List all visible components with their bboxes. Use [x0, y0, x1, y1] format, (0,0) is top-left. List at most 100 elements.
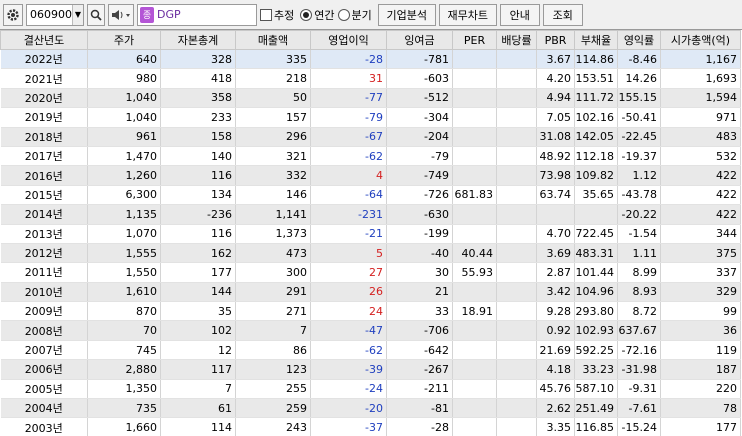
table-row[interactable]: 2020년 1,040 358 50 -77 -512 4.94 111.72 155.15 1,…: [0, 88, 741, 109]
cell-debt-ratio: 251.49: [574, 398, 618, 419]
cell-revenue: 123: [235, 359, 311, 380]
cell-per: [452, 107, 497, 128]
company-analysis-button[interactable]: 기업분석: [377, 3, 436, 26]
cell-debt-ratio: 116.85: [574, 417, 618, 436]
cell-per: [452, 359, 497, 380]
table-row[interactable]: 2012년 1,555 162 473 5 -40 40.44 3.69 483.31 1.11 3…: [0, 243, 741, 264]
dropdown-icon[interactable]: ▼: [72, 4, 83, 25]
cell-operating-profit: -39: [310, 359, 387, 380]
cell-per: [452, 68, 497, 89]
cell-retained-earnings: -642: [386, 340, 453, 361]
cell-price: 1,040: [87, 88, 161, 109]
estimate-checkbox[interactable]: 추정: [260, 7, 294, 23]
cell-revenue: 321: [235, 146, 311, 167]
col-header-revenue[interactable]: 매출액: [235, 30, 311, 50]
col-header-year[interactable]: 결산년도: [0, 30, 88, 50]
financial-chart-button[interactable]: 재무차트: [438, 3, 497, 26]
cell-debt-ratio: 483.31: [574, 243, 618, 264]
table-row[interactable]: 2013년 1,070 116 1,373 -21 -199 4.70 722.45 -1.54…: [0, 224, 741, 244]
table-row[interactable]: 2006년 2,880 117 123 -39 -267 4.18 33.23 -31.98 18…: [0, 359, 741, 380]
table-row[interactable]: 2014년 1,135 -236 1,141 -231 -630 -20.22 422: [0, 204, 741, 225]
table-row[interactable]: 2008년 70 102 7 -47 -706 0.92 102.93 637.67 36: [0, 320, 741, 341]
cell-retained-earnings: -204: [386, 127, 453, 147]
col-header-price[interactable]: 주가: [87, 30, 161, 50]
cell-revenue: 335: [235, 49, 311, 70]
cell-per: [452, 224, 497, 244]
cell-price: 1,555: [87, 243, 161, 264]
table-row[interactable]: 2021년 980 418 218 31 -603 4.20 153.51 14.26 1,693: [0, 68, 741, 89]
cell-pbr: 3.67: [536, 49, 575, 70]
col-header-operating-profit[interactable]: 영업이익: [310, 30, 387, 50]
cell-price: 1,260: [87, 165, 161, 186]
cell-year: 2007년: [0, 340, 88, 361]
table-row[interactable]: 2017년 1,470 140 321 -62 -79 48.92 112.18 -19.37 5…: [0, 146, 741, 167]
cell-operating-profit: -37: [310, 417, 387, 436]
cell-dividend: [496, 107, 537, 128]
radio-circle[interactable]: [337, 8, 350, 21]
cell-pbr: 7.05: [536, 107, 575, 128]
query-button[interactable]: 조회: [542, 3, 583, 26]
annual-radio[interactable]: 연간: [300, 7, 335, 23]
cell-market-cap: 532: [660, 146, 741, 167]
cell-pbr: 3.42: [536, 282, 575, 303]
table-row[interactable]: 2018년 961 158 296 -67 -204 31.08 142.05 -22.45 48…: [0, 127, 741, 147]
cell-equity: 35: [160, 301, 236, 322]
col-header-dividend[interactable]: 배당률: [496, 30, 537, 50]
cell-debt-ratio: 35.65: [574, 185, 618, 206]
stock-code-combo[interactable]: 060900 ▼: [26, 3, 84, 26]
table-row[interactable]: 2015년 6,300 134 146 -64 -726 681.83 63.74 35.65-…: [0, 185, 741, 206]
cell-pbr: 2.87: [536, 262, 575, 283]
settings-button[interactable]: [3, 3, 23, 26]
guide-button[interactable]: 안내: [499, 3, 540, 26]
cell-debt-ratio: 112.18: [574, 146, 618, 167]
table-row[interactable]: 2003년 1,660 114 243 -37 -28 3.35 116.85 -15.24 17…: [0, 417, 741, 436]
speaker-button[interactable]: [108, 3, 134, 26]
cell-retained-earnings: -512: [386, 88, 453, 109]
quarterly-radio[interactable]: 분기: [337, 7, 372, 23]
table-row[interactable]: 2005년 1,350 7 255 -24 -211 45.76 587.10 -9.31 220: [0, 379, 741, 400]
col-header-per[interactable]: PER: [452, 30, 497, 50]
cell-revenue: 157: [235, 107, 311, 128]
table-row[interactable]: 2011년 1,550 177 300 27 30 55.93 2.87 101.44 8.99 3…: [0, 262, 741, 283]
cell-equity: 12: [160, 340, 236, 361]
cell-market-cap: 187: [660, 359, 741, 380]
cell-pbr: 9.28: [536, 301, 575, 322]
cell-equity: 134: [160, 185, 236, 206]
col-header-debt-ratio[interactable]: 부채율: [574, 30, 618, 50]
cell-price: 1,350: [87, 379, 161, 400]
table-row[interactable]: 2016년 1,260 116 332 4 -749 73.98 109.82 1.12 422: [0, 165, 741, 186]
col-header-market-cap[interactable]: 시가총액(억): [660, 30, 741, 50]
table-row[interactable]: 2004년 735 61 259 -20 -81 2.62 251.49 -7.61 78: [0, 398, 741, 419]
financial-table-panel: 결산년도 주가 자본총계 매출액 영업이익 잉여금 PER 배당률 PBR 부채…: [0, 29, 742, 436]
cell-dividend: [496, 224, 537, 244]
cell-price: 6,300: [87, 185, 161, 206]
cell-per: [452, 398, 497, 419]
cell-pbr: 4.20: [536, 68, 575, 89]
cell-market-cap: 119: [660, 340, 741, 361]
table-row[interactable]: 2019년 1,040 233 157 -79 -304 7.05 102.16 -50.41 9…: [0, 107, 741, 128]
table-row[interactable]: 2009년 870 35 271 24 33 18.91 9.28 293.80 8.72 99: [0, 301, 741, 322]
cell-revenue: 296: [235, 127, 311, 147]
col-header-op-margin[interactable]: 영익률: [617, 30, 661, 50]
cell-op-margin: -7.61: [617, 398, 661, 419]
cell-operating-profit: 4: [310, 165, 387, 186]
cell-op-margin: -15.24: [617, 417, 661, 436]
cell-market-cap: 375: [660, 243, 741, 264]
cell-price: 1,040: [87, 107, 161, 128]
cell-pbr: 48.92: [536, 146, 575, 167]
table-row[interactable]: 2007년 745 12 86 -62 -642 21.69 592.25 -72.16 119: [0, 340, 741, 361]
cell-debt-ratio: 293.80: [574, 301, 618, 322]
radio-circle[interactable]: [300, 8, 313, 21]
checkbox-box[interactable]: [260, 8, 272, 21]
col-header-retained-earnings[interactable]: 잉여금: [386, 30, 453, 50]
search-button[interactable]: [87, 3, 105, 26]
table-row[interactable]: 2022년 640 328 335 -28 -781 3.67 114.86 -8.46 1,16…: [0, 49, 741, 70]
cell-year: 2004년: [0, 398, 88, 419]
cell-op-margin: 637.67: [617, 320, 661, 341]
cell-revenue: 473: [235, 243, 311, 264]
col-header-pbr[interactable]: PBR: [536, 30, 575, 50]
col-header-equity[interactable]: 자본총계: [160, 30, 236, 50]
cell-price: 735: [87, 398, 161, 419]
stock-name-field[interactable]: 종 DGP: [137, 3, 257, 26]
table-row[interactable]: 2010년 1,610 144 291 26 21 3.42 104.96 8.93 329: [0, 282, 741, 303]
